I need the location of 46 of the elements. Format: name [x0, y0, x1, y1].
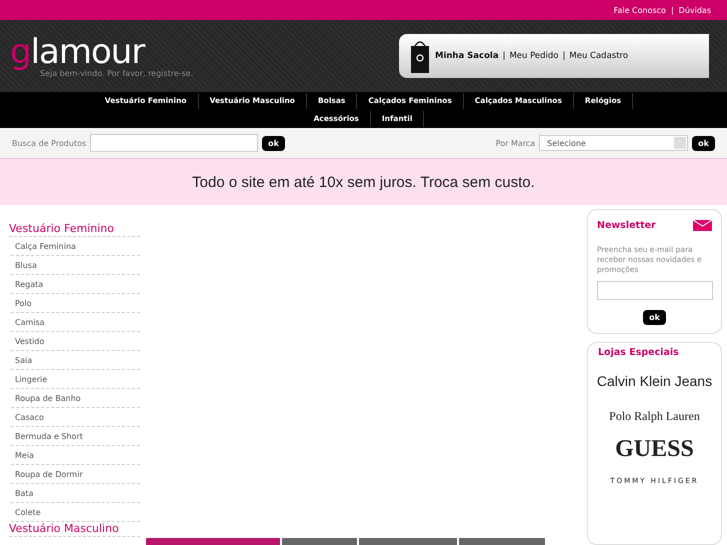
email-field[interactable] [597, 281, 713, 300]
top-link[interactable]: Dúvidas [678, 6, 711, 14]
envelope-icon [693, 220, 712, 231]
separator: | [502, 51, 506, 61]
category-item[interactable]: Lingerie [11, 370, 140, 389]
search-button[interactable]: ok [262, 136, 285, 150]
welcome-text: Seja bem-vindo. Por favor, registre-se. [40, 68, 194, 78]
newsletter-title: Newsletter [597, 220, 656, 231]
brand-logo[interactable]: Polo Ralph Lauren [609, 409, 700, 424]
promo-banner: Todo o site em até 10x sem juros. Troca sem custo. [0, 159, 727, 205]
category-item[interactable]: Calça Feminina [11, 237, 140, 256]
category-title[interactable]: Vestuário Masculino [9, 522, 140, 537]
brand-logo[interactable]: GUESS [615, 436, 694, 463]
slider-tab[interactable] [282, 538, 357, 545]
search-label: Busca de Produtos [12, 138, 86, 148]
logo[interactable]: glamour [10, 34, 194, 68]
newsletter-button[interactable]: ok [643, 310, 666, 325]
category-item[interactable]: Meia [11, 446, 140, 465]
account-link[interactable]: Meu Pedido [509, 51, 558, 61]
category-item[interactable]: Roupa de Dormir [11, 465, 140, 484]
slider-tab[interactable] [359, 538, 457, 545]
separator: | [562, 51, 566, 61]
category-item[interactable]: Bermuda e Short [11, 427, 140, 446]
category-title[interactable]: Vestuário Feminino [9, 222, 140, 237]
category-item[interactable]: Casaco [11, 408, 140, 427]
stores-title: Lojas Especiais [598, 347, 680, 358]
brand-label: Por Marca [496, 138, 536, 148]
slider-tab[interactable] [146, 538, 280, 545]
brand-button[interactable]: ok [692, 136, 715, 150]
brand-logo[interactable]: Calvin Klein Jeans [596, 373, 712, 389]
category-item[interactable]: Camisa [11, 313, 140, 332]
category-item[interactable]: Saia [11, 351, 140, 370]
category-item[interactable]: Blusa [11, 256, 140, 275]
account-link[interactable]: Minha Sacola [435, 51, 499, 61]
top-link[interactable]: Fale Conosco [614, 6, 666, 14]
search-field[interactable] [90, 134, 258, 152]
category-item[interactable]: Roupa de Banho [11, 389, 140, 408]
category-item[interactable]: Colete [11, 503, 140, 522]
slider-tab[interactable] [459, 538, 545, 545]
category-item[interactable]: Vestido [11, 332, 140, 351]
category-item[interactable]: Bata [11, 484, 140, 503]
brand-select[interactable]: Selecione [539, 135, 688, 151]
category-item[interactable]: Polo [11, 294, 140, 313]
separator: | [670, 6, 674, 14]
account-link[interactable]: Meu Cadastro [569, 51, 628, 61]
category-item[interactable]: Regata [11, 275, 140, 294]
